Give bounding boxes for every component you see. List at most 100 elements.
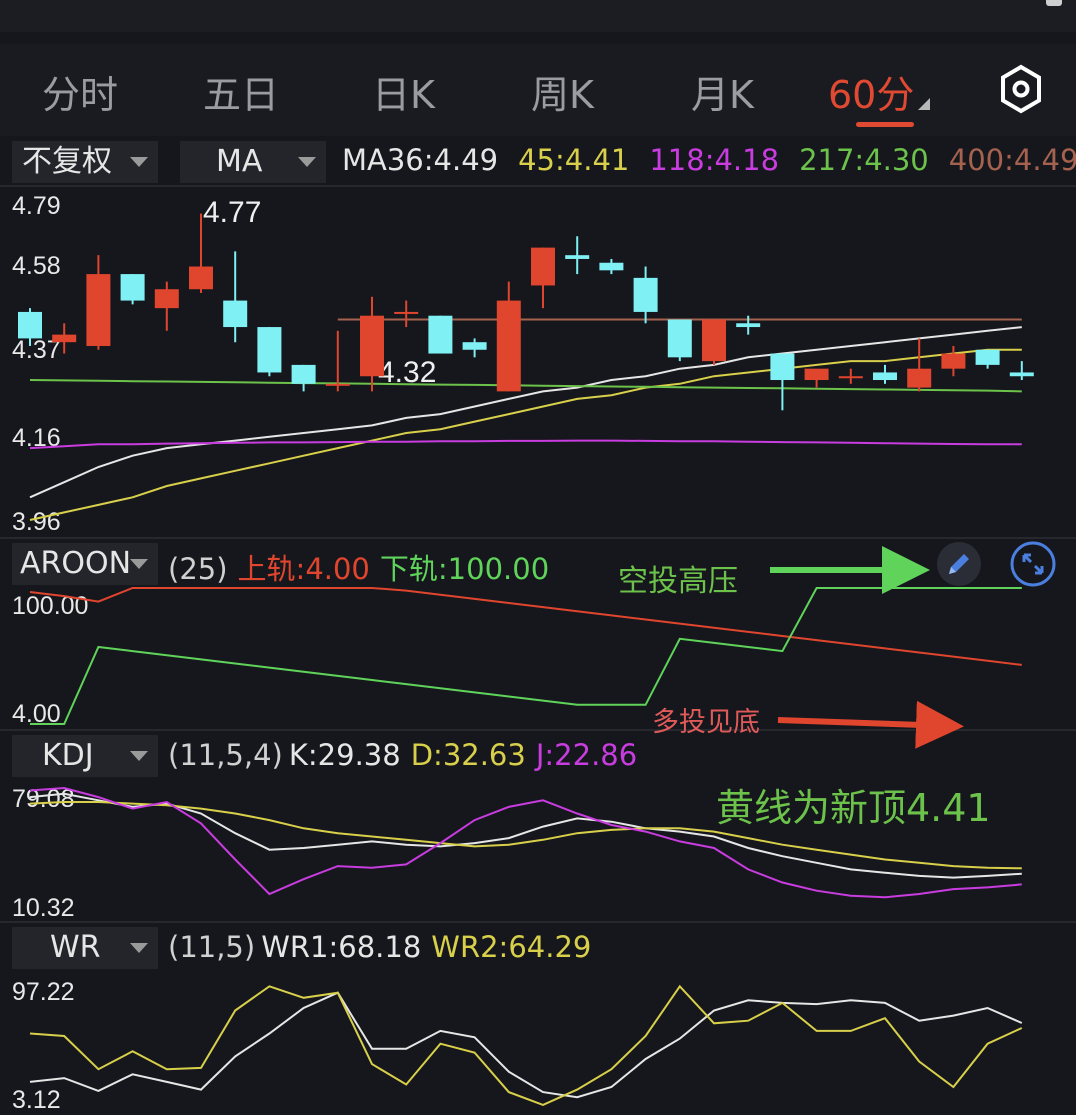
aroon-param: (25) bbox=[168, 552, 228, 586]
candle-body bbox=[189, 266, 213, 290]
candle-body bbox=[565, 255, 590, 259]
candle-body bbox=[531, 247, 555, 286]
tab-zhouk[interactable]: 周K bbox=[531, 64, 594, 119]
corner-triangle-icon bbox=[918, 86, 931, 110]
ma118-legend: 118:4.18 bbox=[649, 143, 780, 177]
adjust-label: 不复权 bbox=[22, 144, 112, 179]
kdj-j-label: J: bbox=[535, 738, 555, 772]
aroon-up-label: 上轨: bbox=[237, 552, 306, 586]
ma-legend: MA36:4.49 45:4.41 118:4.18 217:4.30 400:4.49 bbox=[342, 143, 1076, 177]
aroon-label: AROON bbox=[20, 546, 132, 581]
wr2-value: 64.29 bbox=[508, 930, 592, 964]
ma400-legend: 400:4.49 bbox=[948, 143, 1076, 177]
price-tick-label: 4.79 bbox=[12, 192, 61, 220]
ma-line-118 bbox=[29, 439, 1022, 450]
wr-label: WR bbox=[50, 930, 101, 965]
wr-dropdown[interactable]: WR bbox=[12, 927, 158, 969]
candle-body bbox=[873, 372, 897, 381]
pencil-icon[interactable] bbox=[936, 541, 982, 587]
candle-body bbox=[599, 262, 624, 271]
kdj-j-value: 22.86 bbox=[554, 738, 638, 772]
wr-param: (11,5) bbox=[168, 930, 256, 964]
tab-fenshi[interactable]: 分时 bbox=[42, 64, 118, 119]
ma-line-217 bbox=[29, 379, 1022, 393]
aroon-down-label: 下轨: bbox=[379, 552, 448, 586]
candle-body bbox=[667, 319, 692, 358]
annotation-top: 空投高压 bbox=[618, 564, 738, 599]
candle-body bbox=[325, 383, 350, 386]
high-price-label: 4.77 bbox=[203, 196, 262, 229]
wr-legend: (11,5) WR1:68.18 WR2:64.29 bbox=[168, 930, 601, 964]
series-line-WR-WR2 bbox=[29, 984, 1023, 1106]
expand-icon[interactable] bbox=[1010, 541, 1056, 587]
kdj-param: (11,5,4) bbox=[168, 738, 283, 772]
ma217-legend: 217:4.30 bbox=[799, 143, 929, 177]
tab-60min[interactable]: 60分 bbox=[828, 64, 931, 119]
annotation-kdj-note: 黄线为新顶4.41 bbox=[716, 786, 991, 830]
candle-body bbox=[633, 277, 658, 312]
series-line-AROON-上轨 bbox=[29, 587, 1022, 666]
indicator-label: MA bbox=[216, 144, 263, 179]
kdj-k-label: K: bbox=[288, 738, 318, 772]
kdj-d-value: 32.63 bbox=[442, 738, 526, 772]
period-tab-bar: 分时 五日 日K 周K 月K 60分 bbox=[0, 44, 1076, 136]
indicator-dropdown[interactable]: MA bbox=[180, 141, 326, 183]
wr1-value: 68.18 bbox=[338, 930, 422, 964]
ma-line-45 bbox=[29, 348, 1022, 521]
price-tick-label: 4.37 bbox=[12, 336, 61, 364]
red-arrow bbox=[777, 700, 964, 749]
low-price-label: 4.32 bbox=[378, 356, 437, 389]
candle-body bbox=[18, 311, 42, 339]
active-tab-underline bbox=[856, 122, 914, 127]
chevron-down-icon bbox=[130, 943, 148, 953]
ma45-legend: 45:4.41 bbox=[518, 143, 630, 177]
ma36-legend: MA36:4.49 bbox=[342, 143, 499, 177]
aroon-legend: (25) 上轨:4.00 下轨:100.00 bbox=[168, 546, 559, 588]
aroon-down-value: 100.00 bbox=[447, 552, 550, 586]
ma-line-MA36 bbox=[29, 326, 1022, 499]
tab-60min-label: 60分 bbox=[828, 73, 915, 117]
kdj-tick-label: 79.08 bbox=[12, 785, 75, 813]
tab-rik[interactable]: 日K bbox=[372, 64, 435, 119]
settings-hexagon-icon[interactable] bbox=[998, 64, 1044, 114]
candle-body bbox=[975, 349, 1000, 365]
price-tick-label: 4.58 bbox=[12, 252, 61, 280]
candle-body bbox=[154, 289, 179, 309]
wr2-label: WR2: bbox=[431, 930, 509, 964]
aroon-tick-label: 4.00 bbox=[12, 700, 61, 728]
series-line-WR-WR1 bbox=[29, 991, 1023, 1099]
wr-tick-label: 97.22 bbox=[12, 978, 75, 1006]
kdj-tick-label: 10.32 bbox=[12, 894, 75, 922]
candle-body bbox=[496, 300, 521, 392]
candle-body bbox=[702, 319, 726, 362]
wr1-label: WR1: bbox=[261, 930, 339, 964]
tab-wuri[interactable]: 五日 bbox=[203, 64, 279, 119]
candle-body bbox=[394, 311, 419, 314]
price-tick-label: 4.16 bbox=[12, 424, 61, 452]
price-tick-label: 3.96 bbox=[12, 508, 61, 536]
candle-body bbox=[86, 274, 111, 346]
corner-mark bbox=[1046, 0, 1062, 6]
adjust-dropdown[interactable]: 不复权 bbox=[12, 141, 158, 183]
kdj-legend: (11,5,4) K:29.38 D:32.63 J:22.86 bbox=[168, 738, 647, 772]
candle-body bbox=[223, 300, 248, 328]
aroon-up-value: 4.00 bbox=[305, 552, 370, 586]
kdj-label: KDJ bbox=[42, 738, 94, 773]
tab-yuek[interactable]: 月K bbox=[691, 64, 754, 119]
candle-body bbox=[907, 368, 932, 388]
candle-body bbox=[1009, 372, 1034, 377]
chevron-down-icon bbox=[298, 157, 316, 167]
kdj-k-value: 29.38 bbox=[317, 738, 401, 772]
candle-body bbox=[804, 368, 829, 381]
series-line-AROON-下轨 bbox=[30, 587, 1022, 725]
candle-body bbox=[428, 315, 453, 354]
kdj-dropdown[interactable]: KDJ bbox=[12, 735, 158, 777]
aroon-dropdown[interactable]: AROON bbox=[12, 543, 158, 585]
candle-body bbox=[770, 353, 795, 381]
candle-body bbox=[257, 327, 282, 373]
chevron-down-icon bbox=[130, 751, 148, 761]
candle-body bbox=[291, 364, 316, 384]
annotation-bottom: 多投见底 bbox=[652, 707, 760, 738]
candle-body bbox=[941, 353, 966, 369]
kdj-d-label: D: bbox=[410, 738, 443, 772]
